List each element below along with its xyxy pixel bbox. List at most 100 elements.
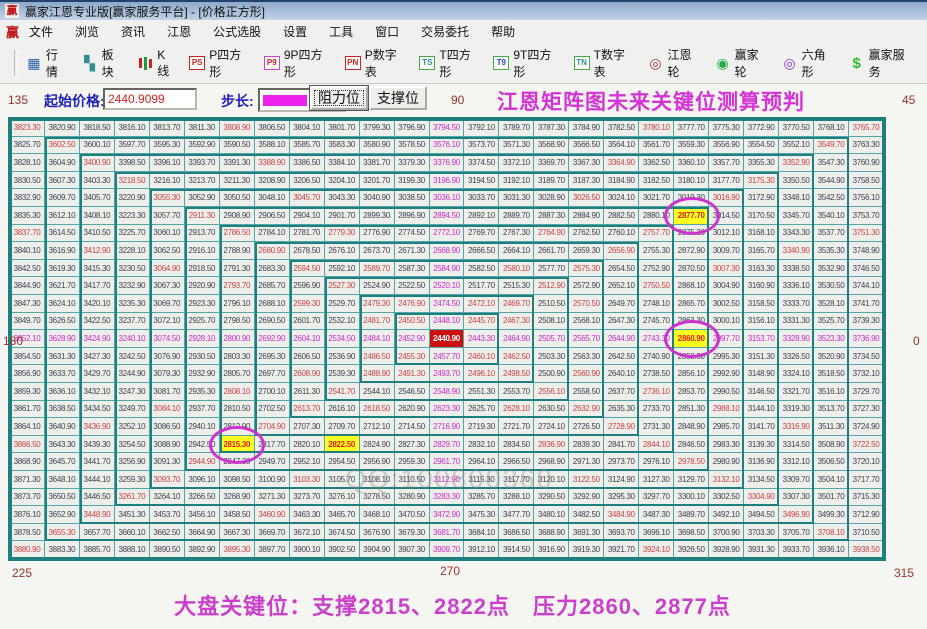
grid-cell: 2884.90 [569, 207, 604, 225]
grid-cell: 3847.30 [10, 295, 45, 313]
menu-item-9[interactable]: 交易委托 [421, 23, 469, 40]
grid-cell: 2952.10 [290, 453, 325, 471]
menu-item-6[interactable]: 设置 [283, 23, 307, 40]
menu-item-7[interactable]: 工具 [329, 23, 353, 40]
grid-cell: 3897.70 [255, 541, 290, 559]
grid-cell: 3316.90 [779, 418, 814, 436]
grid-cell: 3084.10 [150, 401, 185, 419]
grid-cell: 3177.70 [709, 172, 744, 190]
grid-cell: 3264.10 [150, 489, 185, 507]
grid-cell: 2844.10 [639, 436, 674, 454]
grid-cell: 3067.30 [150, 277, 185, 295]
grid-cell: 2654.50 [604, 260, 639, 278]
grid-cell: 3168.10 [744, 225, 779, 243]
toolbar-button-hexagon[interactable]: ◎六角形 [782, 46, 836, 80]
grid-cell: 3621.70 [45, 277, 80, 295]
grid-cell: 2678.50 [290, 242, 325, 260]
menu-item-5[interactable]: 公式选股 [213, 23, 261, 40]
grid-cell: 2733.70 [639, 401, 674, 419]
grid-cell: 2440.90 [430, 330, 465, 348]
grid-cell: 3208.90 [255, 172, 290, 190]
grid-cell: 3938.50 [849, 541, 884, 559]
grid-cell: 3141.70 [744, 418, 779, 436]
grid-cell: 3254.50 [115, 436, 150, 454]
grid-cell: 3194.50 [464, 172, 499, 190]
grid-cell: 2740.90 [639, 348, 674, 366]
start-price-input[interactable] [103, 88, 197, 110]
grid-cell: 3739.30 [849, 313, 884, 331]
grid-cell: 3676.90 [360, 524, 395, 542]
grid-cell: 2472.10 [464, 295, 499, 313]
grid-cell: 2700.10 [255, 383, 290, 401]
menu-item-8[interactable]: 窗口 [375, 23, 399, 40]
toolbar-button-9p-square[interactable]: P99P四方形 [264, 46, 332, 80]
toolbar-button-quotes[interactable]: ▦行情 [26, 46, 69, 80]
grid-cell: 2748.10 [639, 295, 674, 313]
menu-item-1[interactable]: 文件 [29, 23, 53, 40]
grid-cell: 3326.50 [779, 348, 814, 366]
grid-cell: 2810.50 [220, 401, 255, 419]
grid-cell: 3374.50 [464, 154, 499, 172]
grid-cell: 3919.30 [569, 541, 604, 559]
toolbar-label: 赢家轮 [735, 46, 769, 80]
grid-cell: 3206.50 [290, 172, 325, 190]
toolbar-label: 9P四方形 [284, 46, 332, 80]
grid-cell: 3616.90 [45, 242, 80, 260]
grid-cell: 3736.90 [849, 330, 884, 348]
grid-cell: 3309.70 [779, 471, 814, 489]
grid-cell: 2563.30 [569, 348, 604, 366]
grid-cell: 2832.10 [464, 436, 499, 454]
grid-cell: 3151.30 [744, 348, 779, 366]
grid-cell: 2536.90 [325, 348, 360, 366]
grid-cell: 2793.70 [220, 277, 255, 295]
menu-item-4[interactable]: 江恩 [167, 23, 191, 40]
grid-cell: 2762.50 [569, 225, 604, 243]
toolbar-button-gann-wheel[interactable]: ◎江恩轮 [648, 46, 702, 80]
grid-cell: 2920.90 [185, 277, 220, 295]
grid-cell: 3619.30 [45, 260, 80, 278]
grid-cell: 3225.70 [115, 225, 150, 243]
grid-cell: 3204.10 [325, 172, 360, 190]
grid-cell: 3607.30 [45, 172, 80, 190]
grid-cell: 2846.50 [674, 436, 709, 454]
grid-cell: 3892.90 [185, 541, 220, 559]
toolbar-button-sectors[interactable]: ▚板块 [82, 46, 125, 80]
toolbar-button-winner-wheel[interactable]: ◉赢家轮 [715, 46, 769, 80]
p-square-icon: PS [189, 56, 205, 70]
grid-cell: 3525.70 [814, 313, 849, 331]
grid-cell: 3501.70 [814, 489, 849, 507]
grid-cell: 3818.50 [80, 119, 115, 137]
grid-cell: 2760.10 [604, 225, 639, 243]
toolbar-button-p-table[interactable]: PNP数字表 [345, 46, 407, 80]
grid-cell: 2738.50 [639, 365, 674, 383]
grid-cell: 3559.30 [674, 137, 709, 155]
grid-cell: 2829.70 [430, 436, 465, 454]
grid-cell: 3907.30 [395, 541, 430, 559]
toolbar-button-t-table[interactable]: TNT数字表 [574, 46, 635, 80]
grid-cell: 3691.30 [569, 524, 604, 542]
grid-cell: 3600.10 [80, 137, 115, 155]
toolbar-button-t-square[interactable]: TST四方形 [419, 46, 480, 80]
grid-cell: 2976.10 [639, 453, 674, 471]
toolbar-button-winner-service[interactable]: $赢家服务 [849, 46, 914, 80]
menu-item-2[interactable]: 浏览 [75, 23, 99, 40]
grid-cell: 3508.90 [814, 436, 849, 454]
grid-cell: 2815.30 [220, 436, 255, 454]
grid-cell: 3040.90 [360, 189, 395, 207]
grid-cell: 3681.70 [430, 524, 465, 542]
toolbar-button-9t-square[interactable]: T99T四方形 [493, 46, 560, 80]
grid-cell: 3211.30 [220, 172, 255, 190]
grid-cell: 3698.50 [674, 524, 709, 542]
grid-cell: 3792.10 [464, 119, 499, 137]
grid-cell: 3196.90 [430, 172, 465, 190]
support-button[interactable]: 支撑位 [369, 86, 427, 110]
menu-item-10[interactable]: 帮助 [491, 23, 515, 40]
toolbar-button-p-square[interactable]: PSP四方形 [189, 46, 251, 80]
grid-cell: 3456.10 [185, 506, 220, 524]
grid-cell: 3712.90 [849, 506, 884, 524]
toolbar-button-kline[interactable]: K线 [137, 48, 176, 79]
grid-cell: 3249.70 [115, 401, 150, 419]
menu-item-3[interactable]: 资讯 [121, 23, 145, 40]
grid-cell: 2925.70 [185, 313, 220, 331]
resistance-button[interactable]: 阻力位 [310, 86, 368, 110]
